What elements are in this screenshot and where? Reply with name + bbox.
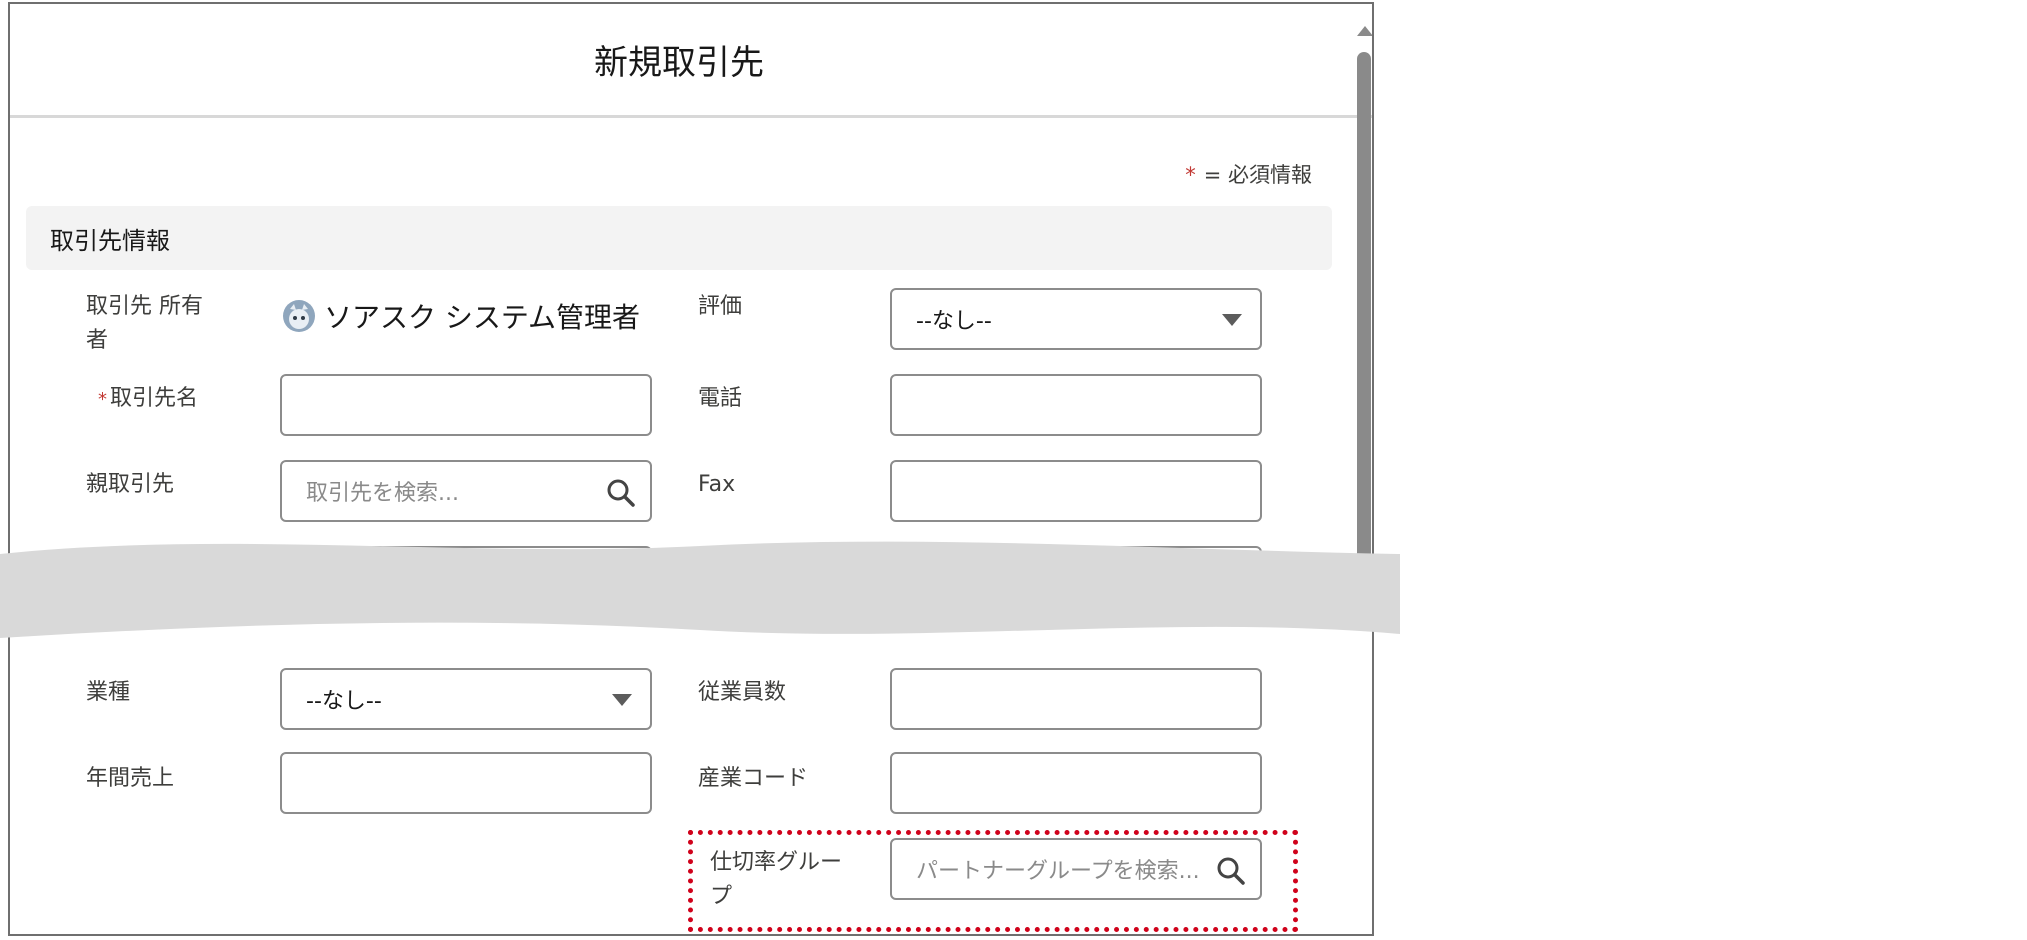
parent-account-lookup[interactable]: 取引先を検索... bbox=[280, 460, 652, 522]
rating-selected-value: --なし-- bbox=[916, 309, 992, 334]
fax-label: Fax bbox=[698, 472, 736, 497]
industry-select[interactable]: --なし-- bbox=[280, 668, 652, 730]
highlight-box bbox=[688, 830, 1298, 932]
owner-name: ソアスク システム管理者 bbox=[324, 301, 641, 334]
required-legend-text: = 必須情報 bbox=[1203, 163, 1312, 187]
scroll-up-arrow-icon[interactable] bbox=[1357, 26, 1372, 36]
fax-input[interactable] bbox=[890, 460, 1262, 522]
search-icon[interactable] bbox=[606, 478, 636, 508]
parent-account-placeholder: 取引先を検索... bbox=[306, 481, 459, 506]
scroll-thumb[interactable] bbox=[1357, 52, 1371, 572]
account-name-label: * 取引先名 bbox=[98, 382, 198, 417]
rating-label: 評価 bbox=[698, 294, 743, 319]
modal-header: 新規取引先 bbox=[10, 4, 1372, 118]
rating-select[interactable]: --なし-- bbox=[890, 288, 1262, 350]
page-break-band bbox=[0, 541, 1400, 638]
required-star: * bbox=[1185, 163, 1196, 187]
parent-account-label: 親取引先 bbox=[86, 472, 175, 497]
account-name-input[interactable] bbox=[280, 374, 652, 436]
annual-revenue-input[interactable] bbox=[280, 752, 652, 814]
account-name-label-text: 取引先名 bbox=[110, 386, 199, 411]
chevron-down-icon bbox=[1222, 314, 1242, 326]
owner-label: 取引先 所有者 bbox=[86, 294, 203, 353]
section-header-account-info[interactable]: 取引先情報 bbox=[26, 206, 1332, 270]
owner-value[interactable]: ソアスク システム管理者 bbox=[282, 296, 640, 336]
employees-label: 従業員数 bbox=[698, 680, 787, 705]
required-marker: * bbox=[98, 389, 107, 410]
annual-revenue-label: 年間売上 bbox=[86, 766, 175, 791]
avatar-icon bbox=[283, 300, 315, 332]
modal-title: 新規取引先 bbox=[594, 43, 764, 83]
industry-code-input[interactable] bbox=[890, 752, 1262, 814]
section-title: 取引先情報 bbox=[50, 226, 170, 255]
required-legend: * = 必須情報 bbox=[1185, 159, 1312, 189]
employees-input[interactable] bbox=[890, 668, 1262, 730]
scrollbar[interactable] bbox=[1354, 18, 1372, 928]
new-account-modal: 新規取引先 * = 必須情報 取引先情報 取引先 所有者 ソアスク システム管理者… bbox=[8, 2, 1374, 936]
chevron-down-icon bbox=[612, 694, 632, 706]
industry-label: 業種 bbox=[86, 680, 131, 705]
phone-label: 電話 bbox=[698, 386, 743, 411]
phone-input[interactable] bbox=[890, 374, 1262, 436]
industry-selected-value: --なし-- bbox=[306, 689, 382, 714]
industry-code-label: 産業コード bbox=[698, 766, 809, 791]
